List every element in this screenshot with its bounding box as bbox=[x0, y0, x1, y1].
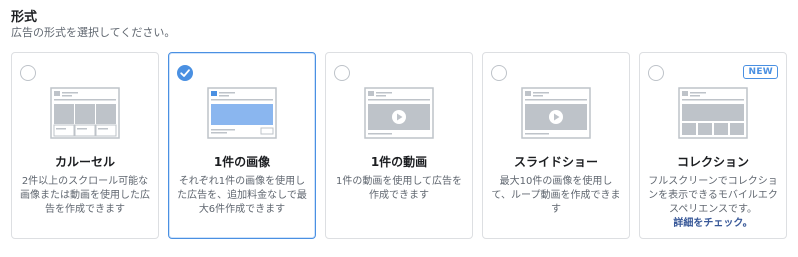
format-description: それぞれ1件の画像を使用した広告を、追加料金なしで最大6件作成できます bbox=[177, 176, 307, 215]
format-name: 1件の画像 bbox=[213, 155, 271, 169]
radio-slideshow[interactable] bbox=[491, 65, 507, 81]
format-card-collection[interactable]: NEW コレクション フルスクリーンでコレクションを表示できるモバイルエクスペリ… bbox=[639, 52, 787, 239]
format-name: カルーセル bbox=[54, 155, 115, 169]
format-options: カルーセル 2件以上のスクロール可能な画像または動画を使用した広告を作成できます bbox=[11, 52, 787, 239]
single-video-thumbnail bbox=[364, 87, 434, 139]
format-card-slideshow[interactable]: スライドショー 最大10件の画像を使用して、ループ動画を作成できます bbox=[482, 52, 630, 239]
format-description: 1件の動画を使用して広告を作成できます bbox=[335, 176, 463, 201]
format-name: コレクション bbox=[676, 155, 749, 169]
format-description-text: フルスクリーンでコレクションを表示できるモバイルエクスペリエンスです。 bbox=[648, 176, 778, 215]
format-name: 1件の動画 bbox=[370, 155, 428, 169]
radio-single-image[interactable] bbox=[177, 65, 193, 81]
format-panel: 形式 広告の形式を選択してください。 カルーセル 2件以上のスクロール可能な画像… bbox=[0, 0, 798, 257]
format-name: スライドショー bbox=[513, 155, 598, 169]
format-card-single-video[interactable]: 1件の動画 1件の動画を使用して広告を作成できます bbox=[325, 52, 473, 239]
radio-collection[interactable] bbox=[648, 65, 664, 81]
radio-carousel[interactable] bbox=[20, 65, 36, 81]
format-description: フルスクリーンでコレクションを表示できるモバイルエクスペリエンスです。 詳細をチ… bbox=[648, 175, 778, 231]
format-description: 2件以上のスクロール可能な画像または動画を使用した広告を作成できます bbox=[20, 176, 150, 215]
new-badge: NEW bbox=[743, 65, 778, 79]
slideshow-thumbnail bbox=[521, 87, 591, 139]
section-subtitle: 広告の形式を選択してください。 bbox=[11, 26, 176, 39]
format-card-carousel[interactable]: カルーセル 2件以上のスクロール可能な画像または動画を使用した広告を作成できます bbox=[11, 52, 159, 239]
checkmark-icon bbox=[180, 69, 190, 77]
learn-more-link[interactable]: 詳細をチェック。 bbox=[648, 217, 778, 231]
format-card-single-image[interactable]: 1件の画像 それぞれ1件の画像を使用した広告を、追加料金なしで最大6件作成できま… bbox=[168, 52, 316, 239]
radio-single-video[interactable] bbox=[334, 65, 350, 81]
carousel-thumbnail bbox=[50, 87, 120, 139]
collection-thumbnail bbox=[678, 87, 748, 139]
format-description: 最大10件の画像を使用して、ループ動画を作成できます bbox=[491, 176, 621, 215]
single-image-thumbnail bbox=[207, 87, 277, 139]
section-title: 形式 bbox=[11, 10, 38, 25]
